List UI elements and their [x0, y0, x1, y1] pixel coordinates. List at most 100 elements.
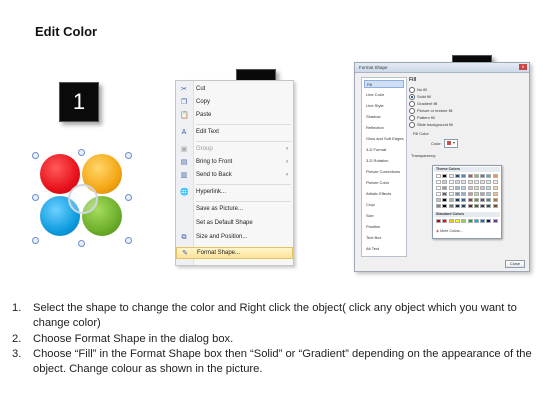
- selection-handle[interactable]: [78, 149, 85, 156]
- theme-color-swatch[interactable]: [492, 192, 498, 196]
- menu-item-edit-text[interactable]: A Edit Text: [176, 127, 293, 139]
- menu-item-size-position[interactable]: ⧉ Size and Position...: [176, 232, 293, 244]
- radio-slide-background-fill[interactable]: Slide background fill: [409, 122, 453, 128]
- close-icon[interactable]: x: [519, 64, 527, 70]
- menu-item-group[interactable]: ▣ Group ›: [176, 144, 293, 156]
- menu-item-cut[interactable]: ✂ Cut: [176, 84, 293, 96]
- radio-picture-fill[interactable]: Picture or texture fill: [409, 108, 452, 114]
- menu-item-set-default-shape[interactable]: Set as Default Shape: [176, 218, 293, 230]
- theme-color-swatch[interactable]: [442, 198, 448, 202]
- theme-color-swatch[interactable]: [492, 198, 498, 202]
- theme-color-swatch[interactable]: [480, 180, 486, 184]
- selection-handle[interactable]: [78, 240, 85, 247]
- standard-color-swatch[interactable]: [448, 219, 454, 223]
- selection-handle[interactable]: [32, 152, 39, 159]
- nav-item-line-style[interactable]: Line Style: [364, 102, 404, 110]
- nav-item-crop[interactable]: Crop: [364, 201, 404, 209]
- theme-color-swatch[interactable]: [436, 192, 441, 196]
- menu-item-hyperlink[interactable]: 🌐 Hyperlink...: [176, 187, 293, 199]
- theme-color-swatch[interactable]: [467, 186, 473, 190]
- theme-color-swatch[interactable]: [461, 198, 467, 202]
- theme-color-swatch[interactable]: [436, 198, 441, 202]
- menu-item-bring-to-front[interactable]: ▤ Bring to Front ›: [176, 157, 293, 169]
- menu-item-format-shape[interactable]: ✎ Format Shape...: [176, 247, 293, 259]
- standard-color-swatch[interactable]: [492, 219, 498, 223]
- nav-item-picture-corrections[interactable]: Picture Corrections: [364, 168, 404, 176]
- theme-color-swatch[interactable]: [448, 198, 454, 202]
- selection-handle[interactable]: [125, 152, 132, 159]
- nav-item-alt-text[interactable]: Alt Text: [364, 245, 404, 253]
- color-dropdown-button[interactable]: ▾: [444, 139, 458, 148]
- theme-color-swatch[interactable]: [480, 186, 486, 190]
- standard-color-swatch[interactable]: [473, 219, 479, 223]
- nav-item-3d-format[interactable]: 3-D Format: [364, 146, 404, 154]
- theme-color-swatch[interactable]: [480, 204, 486, 208]
- theme-color-swatch[interactable]: [461, 192, 467, 196]
- theme-color-swatch[interactable]: [467, 180, 473, 184]
- theme-color-swatch[interactable]: [486, 192, 492, 196]
- standard-color-swatch[interactable]: [454, 219, 460, 223]
- theme-color-swatch[interactable]: [448, 192, 454, 196]
- theme-color-swatch[interactable]: [486, 198, 492, 202]
- theme-color-swatch[interactable]: [442, 180, 448, 184]
- standard-color-swatch[interactable]: [461, 219, 467, 223]
- nav-item-3d-rotation[interactable]: 3-D Rotation: [364, 157, 404, 165]
- theme-color-swatch[interactable]: [448, 180, 454, 184]
- nav-item-artistic-effects[interactable]: Artistic Effects: [364, 190, 404, 198]
- theme-color-swatch[interactable]: [473, 192, 479, 196]
- radio-no-fill[interactable]: No fill: [409, 87, 427, 93]
- standard-color-swatch[interactable]: [442, 219, 448, 223]
- standard-color-swatch[interactable]: [486, 219, 492, 223]
- theme-color-swatch[interactable]: [473, 198, 479, 202]
- theme-color-swatch[interactable]: [442, 192, 448, 196]
- nav-item-picture-color[interactable]: Picture Color: [364, 179, 404, 187]
- theme-color-swatch[interactable]: [436, 174, 441, 178]
- theme-color-swatch[interactable]: [473, 180, 479, 184]
- theme-color-swatch[interactable]: [492, 174, 498, 178]
- close-button[interactable]: Close: [505, 260, 525, 268]
- selection-handle[interactable]: [32, 194, 39, 201]
- radio-pattern-fill[interactable]: Pattern fill: [409, 115, 435, 121]
- theme-color-swatch[interactable]: [454, 180, 460, 184]
- theme-color-swatch[interactable]: [442, 174, 448, 178]
- nav-item-reflection[interactable]: Reflection: [364, 124, 404, 132]
- theme-color-swatch[interactable]: [454, 204, 460, 208]
- nav-item-size[interactable]: Size: [364, 212, 404, 220]
- theme-color-swatch[interactable]: [467, 174, 473, 178]
- theme-color-swatch[interactable]: [492, 204, 498, 208]
- theme-color-swatch[interactable]: [492, 180, 498, 184]
- theme-color-swatch[interactable]: [480, 192, 486, 196]
- standard-color-swatch[interactable]: [436, 219, 441, 223]
- standard-color-swatch[interactable]: [480, 219, 486, 223]
- theme-color-swatch[interactable]: [442, 204, 448, 208]
- theme-color-swatch[interactable]: [461, 204, 467, 208]
- theme-color-swatch[interactable]: [448, 204, 454, 208]
- theme-color-swatch[interactable]: [473, 204, 479, 208]
- theme-color-swatch[interactable]: [442, 186, 448, 190]
- standard-color-swatch[interactable]: [467, 219, 473, 223]
- theme-color-swatch[interactable]: [486, 174, 492, 178]
- menu-item-save-as-picture[interactable]: Save as Picture...: [176, 204, 293, 216]
- theme-color-swatch[interactable]: [467, 192, 473, 196]
- selection-handle[interactable]: [32, 237, 39, 244]
- theme-color-swatch[interactable]: [448, 174, 454, 178]
- radio-solid-fill[interactable]: Solid fill: [409, 94, 431, 100]
- radio-gradient-fill[interactable]: Gradient fill: [409, 101, 437, 107]
- theme-color-swatch[interactable]: [486, 186, 492, 190]
- theme-color-swatch[interactable]: [461, 186, 467, 190]
- theme-color-swatch[interactable]: [454, 186, 460, 190]
- theme-color-swatch[interactable]: [436, 186, 441, 190]
- theme-color-swatch[interactable]: [473, 174, 479, 178]
- theme-color-swatch[interactable]: [461, 180, 467, 184]
- theme-color-swatch[interactable]: [436, 180, 441, 184]
- theme-color-swatch[interactable]: [461, 174, 467, 178]
- nav-item-line-color[interactable]: Line Color: [364, 91, 404, 99]
- theme-color-swatch[interactable]: [492, 186, 498, 190]
- selection-handle[interactable]: [125, 194, 132, 201]
- theme-color-swatch[interactable]: [473, 186, 479, 190]
- menu-item-paste[interactable]: 📋 Paste: [176, 110, 293, 122]
- nav-item-position[interactable]: Position: [364, 223, 404, 231]
- theme-color-swatch[interactable]: [448, 186, 454, 190]
- more-colors-link[interactable]: ◉ More Colors...: [436, 229, 463, 233]
- theme-color-swatch[interactable]: [486, 180, 492, 184]
